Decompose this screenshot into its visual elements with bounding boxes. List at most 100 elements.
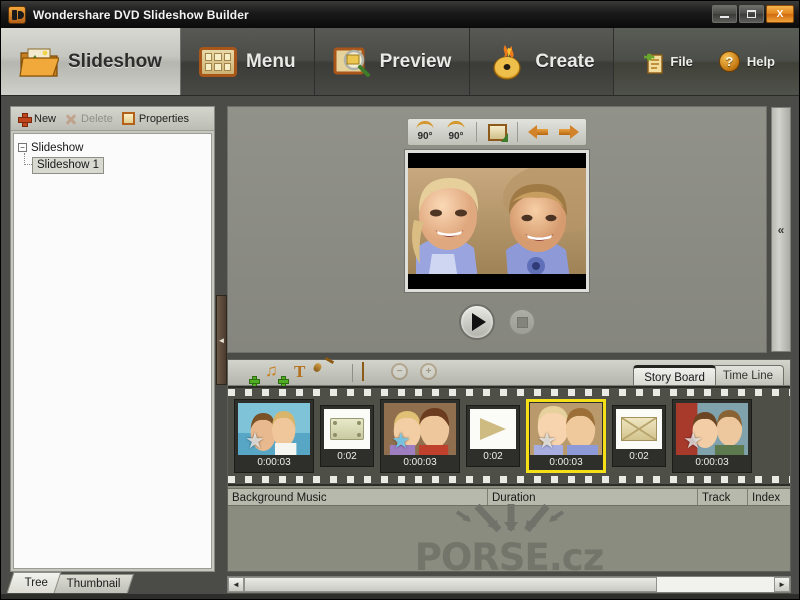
- star-overlay-icon: ★: [391, 428, 411, 453]
- next-photo-button[interactable]: [558, 121, 580, 143]
- file-gear-icon: [643, 51, 664, 74]
- x-delete-icon: [65, 113, 77, 125]
- clip-duration: 0:02: [629, 451, 649, 462]
- nav-tab-menu[interactable]: Menu: [180, 28, 315, 95]
- app-window: Wondershare DVD Slideshow Builder X Slid…: [0, 0, 800, 600]
- rotate-right-90-label: 90°: [448, 131, 464, 142]
- column-header-index[interactable]: Index: [748, 489, 790, 505]
- plus-badge-icon: [249, 375, 260, 387]
- text-t-icon: T: [294, 361, 306, 381]
- zoom-in-icon: +: [420, 362, 437, 380]
- clip-photo-3[interactable]: ★ 0:00:03: [526, 399, 606, 473]
- column-header-background-music[interactable]: Background Music: [228, 489, 488, 505]
- maximize-button[interactable]: [739, 5, 764, 23]
- zoom-out-button[interactable]: −: [391, 362, 411, 383]
- collapse-preview-panel[interactable]: «: [771, 107, 791, 352]
- properties-button-label: Properties: [138, 112, 189, 125]
- horizontal-scrollbar[interactable]: ◄ ►: [227, 576, 791, 593]
- transition-wipe-icon: [480, 418, 506, 440]
- transition-thumbnail: [324, 409, 370, 449]
- maximize-icon: [747, 10, 756, 18]
- column-header-duration[interactable]: Duration: [488, 489, 698, 505]
- new-button[interactable]: New: [15, 112, 59, 127]
- clip-list: ★ 0:00:03 0:02 ★ 0:00:03 0:02 ★ 0:00:03 …: [234, 398, 790, 474]
- film-perforation-bottom: [228, 476, 790, 483]
- clip-transition-1[interactable]: 0:02: [320, 405, 374, 467]
- add-text-button[interactable]: T: [294, 361, 314, 383]
- record-voice-button[interactable]: [323, 363, 343, 383]
- filmstrip: ★ 0:00:03 0:02 ★ 0:00:03 0:02 ★ 0:00:03 …: [228, 386, 790, 486]
- edit-photo-icon: [487, 123, 508, 142]
- help-question-icon: ?: [718, 51, 740, 72]
- scroll-right-button[interactable]: ►: [774, 577, 790, 592]
- scrollbar-thumb[interactable]: [244, 577, 658, 592]
- clip-thumbnail: ★: [384, 403, 456, 455]
- transition-thumbnail: [470, 409, 516, 449]
- slideshow-tree[interactable]: − Slideshow Slideshow 1: [13, 133, 212, 569]
- rotate-left-90-button[interactable]: 90°: [414, 121, 436, 143]
- tree-collapse-toggle-icon[interactable]: −: [18, 143, 27, 152]
- properties-button[interactable]: Properties: [119, 111, 192, 126]
- tree-root-row[interactable]: − Slideshow: [18, 139, 207, 156]
- music-list-header: Background Music Duration Track Index: [228, 488, 790, 506]
- clip-duration: 0:00:03: [695, 457, 729, 468]
- zoom-in-button[interactable]: +: [420, 362, 440, 383]
- column-header-track[interactable]: Track: [698, 489, 748, 505]
- rotate-right-90-button[interactable]: 90°: [445, 121, 467, 143]
- rotate-left-90-icon: [416, 121, 434, 129]
- add-photo-button[interactable]: [236, 363, 260, 387]
- folder-photos-icon: [19, 45, 60, 79]
- background-music-list[interactable]: Background Music Duration Track Index PO…: [228, 488, 790, 578]
- clip-duration: 0:02: [337, 451, 357, 462]
- tree-item-slideshow-1[interactable]: Slideshow 1: [24, 153, 207, 174]
- edit-photo-button[interactable]: [486, 121, 508, 143]
- preview-canvas: [408, 153, 586, 289]
- properties-icon: [121, 112, 135, 125]
- clip-transition-3[interactable]: 0:02: [612, 405, 666, 467]
- scroll-left-button[interactable]: ◄: [228, 577, 244, 592]
- storyboard-panel: T − + Story Board Time Line: [227, 359, 791, 578]
- stop-button[interactable]: [509, 309, 535, 335]
- nav-tab-preview[interactable]: Preview: [314, 28, 471, 95]
- previous-photo-button[interactable]: [527, 121, 549, 143]
- preview-screen[interactable]: [404, 149, 590, 293]
- magnifier-preview-icon: [333, 46, 371, 78]
- menu-grid-icon: [198, 46, 237, 77]
- nav-tab-preview-label: Preview: [379, 50, 452, 72]
- tab-story-board[interactable]: Story Board: [633, 365, 716, 385]
- rotate-right-90-icon: [447, 121, 465, 129]
- clip-photo-4[interactable]: ★ 0:00:03: [672, 399, 752, 473]
- clip-thumbnail: ★: [238, 403, 310, 455]
- nav-tab-slideshow-label: Slideshow: [68, 50, 162, 72]
- nav-tab-slideshow[interactable]: Slideshow: [1, 28, 181, 95]
- add-music-note-icon: [265, 363, 278, 380]
- star-overlay-icon: ★: [245, 428, 265, 453]
- delete-button[interactable]: Delete: [62, 112, 116, 126]
- rotate-left-90-label: 90°: [417, 131, 433, 142]
- play-button[interactable]: [459, 304, 495, 340]
- clip-photo-1[interactable]: ★ 0:00:03: [234, 399, 314, 473]
- clip-transition-2[interactable]: 0:02: [466, 405, 520, 467]
- burn-disc-flame-icon: [488, 43, 526, 81]
- nav-tab-create[interactable]: Create: [470, 28, 614, 95]
- porse-watermark: PORSE.cz: [359, 504, 659, 584]
- close-button[interactable]: X: [766, 5, 794, 23]
- nav-link-file[interactable]: File: [643, 51, 693, 74]
- tab-time-line[interactable]: Time Line: [711, 365, 784, 385]
- storyboard-view-tabs: Story Board Time Line: [633, 361, 784, 385]
- fullscreen-button[interactable]: [362, 361, 382, 383]
- scrollbar-track[interactable]: [244, 577, 774, 592]
- minimize-button[interactable]: [712, 5, 737, 23]
- add-music-button[interactable]: [265, 363, 289, 387]
- left-panel-splitter[interactable]: [216, 295, 227, 385]
- tab-tree[interactable]: Tree: [6, 572, 62, 593]
- transition-envelope-icon: [621, 417, 657, 441]
- nav-link-help-label: Help: [746, 54, 775, 69]
- nav-link-help[interactable]: ? Help: [718, 51, 775, 72]
- tab-thumbnail[interactable]: Thumbnail: [49, 574, 135, 593]
- tab-tree-label: Tree: [24, 577, 48, 589]
- nav-right-area: File ? Help: [613, 28, 799, 95]
- transition-box-icon: [330, 418, 364, 440]
- clip-photo-2[interactable]: ★ 0:00:03: [380, 399, 460, 473]
- nav-tab-menu-label: Menu: [245, 50, 296, 72]
